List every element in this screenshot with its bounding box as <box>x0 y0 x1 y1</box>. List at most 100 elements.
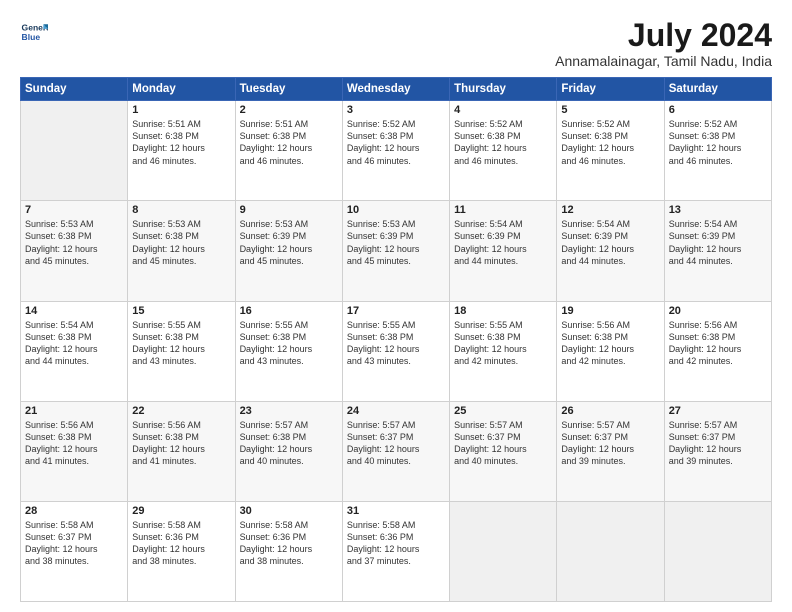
day-number: 13 <box>669 204 767 216</box>
header-cell-sunday: Sunday <box>21 78 128 101</box>
calendar-cell: 12 Sunrise: 5:54 AM Sunset: 6:39 PM Dayli… <box>557 201 664 301</box>
header-row: SundayMondayTuesdayWednesdayThursdayFrid… <box>21 78 772 101</box>
week-row-3: 14Sunrise: 5:54 AM Sunset: 6:38 PM Dayli… <box>21 301 772 401</box>
day-info: Sunrise: 5:57 AM Sunset: 6:37 PM Dayligh… <box>347 419 445 468</box>
day-number: 16 <box>240 305 338 317</box>
day-number: 9 <box>240 204 338 216</box>
calendar-cell: 2 Sunrise: 5:51 AM Sunset: 6:38 PM Daylig… <box>235 101 342 201</box>
day-number: 27 <box>669 405 767 417</box>
calendar-cell: 21Sunrise: 5:56 AM Sunset: 6:38 PM Dayli… <box>21 401 128 501</box>
day-info: Sunrise: 5:53 AM Sunset: 6:39 PM Dayligh… <box>347 218 445 267</box>
day-info: Sunrise: 5:51 AM Sunset: 6:38 PM Dayligh… <box>132 118 230 167</box>
day-info: Sunrise: 5:55 AM Sunset: 6:38 PM Dayligh… <box>347 319 445 368</box>
day-info: Sunrise: 5:56 AM Sunset: 6:38 PM Dayligh… <box>561 319 659 368</box>
day-number: 6 <box>669 104 767 116</box>
header: General Blue General Blue July 2024 Anna… <box>20 18 772 69</box>
calendar-cell: 25 Sunrise: 5:57 AM Sunset: 6:37 PM Dayli… <box>450 401 557 501</box>
day-info: Sunrise: 5:58 AM Sunset: 6:36 PM Dayligh… <box>132 519 230 568</box>
week-row-4: 21Sunrise: 5:56 AM Sunset: 6:38 PM Dayli… <box>21 401 772 501</box>
week-row-1: 1 Sunrise: 5:51 AM Sunset: 6:38 PM Daylig… <box>21 101 772 201</box>
calendar-cell: 29 Sunrise: 5:58 AM Sunset: 6:36 PM Dayli… <box>128 501 235 601</box>
day-number: 2 <box>240 104 338 116</box>
day-number: 3 <box>347 104 445 116</box>
day-number: 5 <box>561 104 659 116</box>
day-number: 22 <box>132 405 230 417</box>
day-number: 25 <box>454 405 552 417</box>
day-number: 8 <box>132 204 230 216</box>
calendar-cell: 9 Sunrise: 5:53 AM Sunset: 6:39 PM Daylig… <box>235 201 342 301</box>
calendar-cell: 23 Sunrise: 5:57 AM Sunset: 6:38 PM Dayli… <box>235 401 342 501</box>
calendar-cell: 16 Sunrise: 5:55 AM Sunset: 6:38 PM Dayli… <box>235 301 342 401</box>
day-info: Sunrise: 5:58 AM Sunset: 6:36 PM Dayligh… <box>240 519 338 568</box>
logo-icon: General Blue <box>20 18 48 46</box>
day-number: 24 <box>347 405 445 417</box>
calendar-cell: 10 Sunrise: 5:53 AM Sunset: 6:39 PM Dayli… <box>342 201 449 301</box>
day-number: 15 <box>132 305 230 317</box>
calendar-cell: 28 Sunrise: 5:58 AM Sunset: 6:37 PM Dayli… <box>21 501 128 601</box>
day-number: 28 <box>25 505 123 517</box>
day-number: 12 <box>561 204 659 216</box>
calendar-cell: 8 Sunrise: 5:53 AM Sunset: 6:38 PM Daylig… <box>128 201 235 301</box>
day-info: Sunrise: 5:52 AM Sunset: 6:38 PM Dayligh… <box>669 118 767 167</box>
day-info: Sunrise: 5:52 AM Sunset: 6:38 PM Dayligh… <box>454 118 552 167</box>
day-info: Sunrise: 5:51 AM Sunset: 6:38 PM Dayligh… <box>240 118 338 167</box>
header-cell-tuesday: Tuesday <box>235 78 342 101</box>
day-number: 23 <box>240 405 338 417</box>
week-row-2: 7 Sunrise: 5:53 AM Sunset: 6:38 PM Daylig… <box>21 201 772 301</box>
calendar-cell: 18Sunrise: 5:55 AM Sunset: 6:38 PM Dayli… <box>450 301 557 401</box>
day-info: Sunrise: 5:53 AM Sunset: 6:39 PM Dayligh… <box>240 218 338 267</box>
day-info: Sunrise: 5:58 AM Sunset: 6:37 PM Dayligh… <box>25 519 123 568</box>
day-number: 30 <box>240 505 338 517</box>
calendar-cell: 15 Sunrise: 5:55 AM Sunset: 6:38 PM Dayli… <box>128 301 235 401</box>
svg-text:Blue: Blue <box>22 32 41 42</box>
day-info: Sunrise: 5:53 AM Sunset: 6:38 PM Dayligh… <box>25 218 123 267</box>
calendar-cell: 7 Sunrise: 5:53 AM Sunset: 6:38 PM Daylig… <box>21 201 128 301</box>
calendar-cell: 19Sunrise: 5:56 AM Sunset: 6:38 PM Dayli… <box>557 301 664 401</box>
day-info: Sunrise: 5:52 AM Sunset: 6:38 PM Dayligh… <box>561 118 659 167</box>
day-info: Sunrise: 5:53 AM Sunset: 6:38 PM Dayligh… <box>132 218 230 267</box>
calendar-cell: 4 Sunrise: 5:52 AM Sunset: 6:38 PM Daylig… <box>450 101 557 201</box>
calendar-cell: 11Sunrise: 5:54 AM Sunset: 6:39 PM Dayli… <box>450 201 557 301</box>
calendar-cell <box>557 501 664 601</box>
calendar-cell <box>664 501 771 601</box>
day-info: Sunrise: 5:57 AM Sunset: 6:37 PM Dayligh… <box>561 419 659 468</box>
calendar-cell: 24 Sunrise: 5:57 AM Sunset: 6:37 PM Dayli… <box>342 401 449 501</box>
day-info: Sunrise: 5:54 AM Sunset: 6:39 PM Dayligh… <box>561 218 659 267</box>
calendar-cell <box>450 501 557 601</box>
day-number: 26 <box>561 405 659 417</box>
header-cell-saturday: Saturday <box>664 78 771 101</box>
calendar-table: SundayMondayTuesdayWednesdayThursdayFrid… <box>20 77 772 602</box>
calendar-cell: 17Sunrise: 5:55 AM Sunset: 6:38 PM Dayli… <box>342 301 449 401</box>
day-number: 4 <box>454 104 552 116</box>
day-number: 31 <box>347 505 445 517</box>
header-cell-friday: Friday <box>557 78 664 101</box>
calendar-cell: 5 Sunrise: 5:52 AM Sunset: 6:38 PM Daylig… <box>557 101 664 201</box>
logo: General Blue General Blue <box>20 18 48 46</box>
day-info: Sunrise: 5:56 AM Sunset: 6:38 PM Dayligh… <box>25 419 123 468</box>
calendar-cell <box>21 101 128 201</box>
day-number: 11 <box>454 204 552 216</box>
calendar-cell: 13Sunrise: 5:54 AM Sunset: 6:39 PM Dayli… <box>664 201 771 301</box>
day-info: Sunrise: 5:57 AM Sunset: 6:37 PM Dayligh… <box>454 419 552 468</box>
day-info: Sunrise: 5:55 AM Sunset: 6:38 PM Dayligh… <box>132 319 230 368</box>
day-info: Sunrise: 5:57 AM Sunset: 6:38 PM Dayligh… <box>240 419 338 468</box>
day-info: Sunrise: 5:55 AM Sunset: 6:38 PM Dayligh… <box>240 319 338 368</box>
day-info: Sunrise: 5:56 AM Sunset: 6:38 PM Dayligh… <box>669 319 767 368</box>
calendar-cell: 6 Sunrise: 5:52 AM Sunset: 6:38 PM Daylig… <box>664 101 771 201</box>
calendar-cell: 26 Sunrise: 5:57 AM Sunset: 6:37 PM Dayli… <box>557 401 664 501</box>
header-cell-monday: Monday <box>128 78 235 101</box>
week-row-5: 28 Sunrise: 5:58 AM Sunset: 6:37 PM Dayli… <box>21 501 772 601</box>
calendar-cell: 31 Sunrise: 5:58 AM Sunset: 6:36 PM Dayli… <box>342 501 449 601</box>
day-number: 29 <box>132 505 230 517</box>
day-number: 10 <box>347 204 445 216</box>
calendar-cell: 22Sunrise: 5:56 AM Sunset: 6:38 PM Dayli… <box>128 401 235 501</box>
day-info: Sunrise: 5:58 AM Sunset: 6:36 PM Dayligh… <box>347 519 445 568</box>
day-number: 7 <box>25 204 123 216</box>
day-number: 1 <box>132 104 230 116</box>
day-info: Sunrise: 5:52 AM Sunset: 6:38 PM Dayligh… <box>347 118 445 167</box>
calendar-cell: 14Sunrise: 5:54 AM Sunset: 6:38 PM Dayli… <box>21 301 128 401</box>
calendar-cell: 3 Sunrise: 5:52 AM Sunset: 6:38 PM Daylig… <box>342 101 449 201</box>
calendar-cell: 20Sunrise: 5:56 AM Sunset: 6:38 PM Dayli… <box>664 301 771 401</box>
title-block: July 2024 Annamalainagar, Tamil Nadu, In… <box>555 18 772 69</box>
day-info: Sunrise: 5:57 AM Sunset: 6:37 PM Dayligh… <box>669 419 767 468</box>
